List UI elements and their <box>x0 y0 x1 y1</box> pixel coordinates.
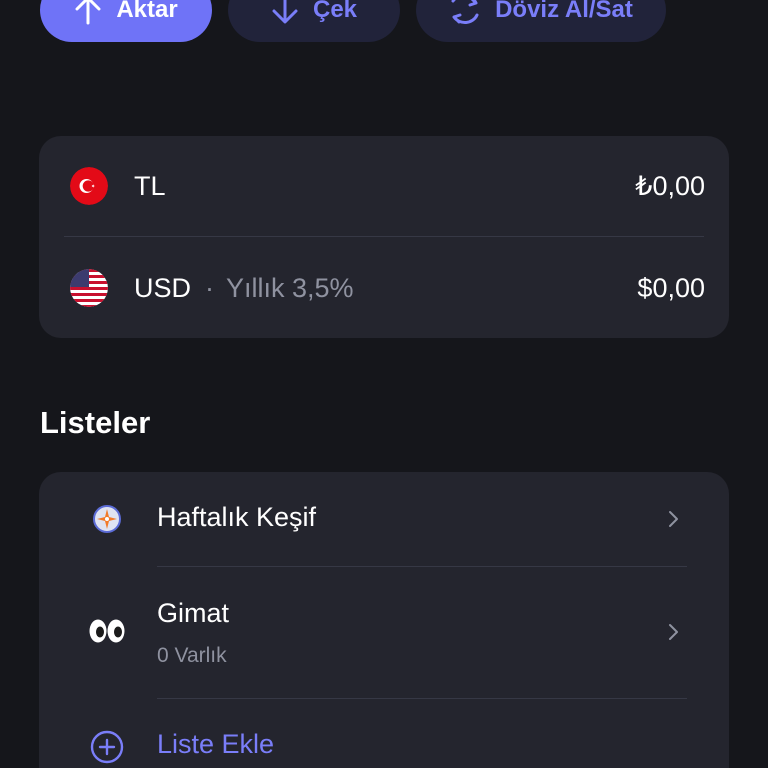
chevron-right-icon <box>667 622 681 642</box>
currency-name: TL <box>134 171 166 202</box>
interest-rate: Yıllık 3,5% <box>226 272 354 303</box>
add-list-label: Liste Ekle <box>157 729 275 759</box>
arrow-down-icon <box>271 0 299 25</box>
eyes-emoji-icon <box>85 611 129 651</box>
list-item-label: Gimat <box>157 598 230 628</box>
currency-code: USD <box>134 272 192 303</box>
chevron-right-icon <box>667 509 681 529</box>
lists-card: Haftalık Keşif Gimat 0 Varlık Liste Ekle <box>39 472 729 768</box>
separator-dot: · <box>205 272 215 303</box>
screen: Aktar Çek Döviz Al/Sat TL ₺0,00 USD · Yı… <box>0 0 768 768</box>
currency-name: USD · Yıllık 3,5% <box>134 273 354 304</box>
list-item-gimat[interactable]: Gimat 0 Varlık <box>39 567 729 698</box>
transfer-button[interactable]: Aktar <box>40 0 212 42</box>
fx-label: Döviz Al/Sat <box>495 0 633 23</box>
divider <box>64 236 704 237</box>
exchange-icon <box>449 0 481 25</box>
list-item-label: Haftalık Keşif <box>157 502 317 532</box>
balance-row-tl[interactable]: TL ₺0,00 <box>39 136 729 236</box>
compass-icon <box>87 499 127 539</box>
add-list-button[interactable]: Liste Ekle <box>39 699 729 768</box>
withdraw-button[interactable]: Çek <box>228 0 400 42</box>
usa-flag-icon <box>70 269 108 307</box>
list-item-weekly-discovery[interactable]: Haftalık Keşif <box>39 472 729 566</box>
section-title: Listeler <box>40 405 151 440</box>
turkey-flag-icon <box>70 167 108 205</box>
balance-value: ₺0,00 <box>635 170 705 201</box>
balance-row-usd[interactable]: USD · Yıllık 3,5% $0,00 <box>39 238 729 338</box>
balance-value: $0,00 <box>637 272 705 303</box>
list-item-count: 0 Varlık <box>157 644 227 667</box>
transfer-label: Aktar <box>116 0 178 23</box>
balances-card: TL ₺0,00 USD · Yıllık 3,5% $0,00 <box>39 136 729 338</box>
action-bar: Aktar Çek Döviz Al/Sat <box>40 0 666 42</box>
currency-code: TL <box>134 170 166 201</box>
withdraw-label: Çek <box>312 0 358 23</box>
arrow-up-icon <box>74 0 102 25</box>
plus-circle-icon <box>87 727 127 767</box>
fx-button[interactable]: Döviz Al/Sat <box>416 0 666 42</box>
